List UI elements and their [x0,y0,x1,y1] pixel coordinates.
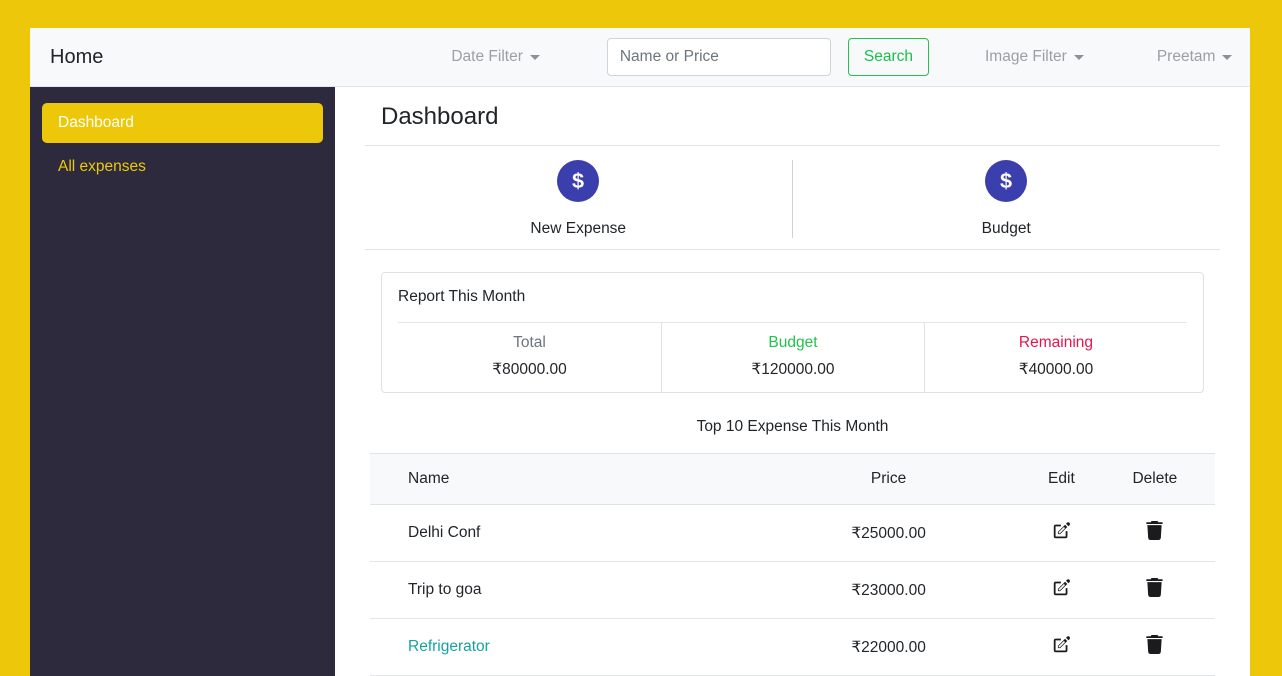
table-row: Trip to goa ₹23000.00 [370,561,1215,619]
main-content: Dashboard $ New Expense $ Budget Report … [335,87,1250,676]
report-total-label: Total [513,334,546,351]
expense-table: Name Price Edit Delete Delhi Conf ₹25000.… [370,453,1215,676]
column-header-price: Price [765,453,1013,505]
cell-name: Trip to goa [370,561,766,619]
date-filter-dropdown[interactable]: Date Filter [447,42,544,72]
user-menu-dropdown[interactable]: Preetam [1153,42,1237,72]
edit-pencil-icon[interactable] [1052,635,1071,654]
chevron-down-icon [529,54,540,60]
image-filter-label: Image Filter [984,48,1067,65]
cell-price: ₹22000.00 [765,618,1013,676]
table-row: Delhi Conf ₹25000.00 [370,504,1215,562]
sidebar-item-dashboard[interactable]: Dashboard [42,103,323,143]
dollar-circle-icon: $ [985,160,1028,202]
search-button[interactable]: Search [847,38,929,76]
brand-home-link[interactable]: Home [42,42,111,73]
cell-name: Delhi Conf [370,504,766,562]
report-col-remaining: Remaining ₹40000.00 [923,323,1187,392]
cell-name: Refrigerator [370,618,766,676]
image-filter-dropdown[interactable]: Image Filter [981,42,1088,72]
svg-text:$: $ [572,168,584,193]
trash-icon[interactable] [1146,635,1164,654]
table-row: Refrigerator ₹22000.00 [370,618,1215,676]
report-card: Report This Month Total ₹80000.00 Budget… [381,272,1204,393]
cell-price: ₹23000.00 [765,561,1013,619]
chevron-down-icon [1222,54,1233,60]
report-col-budget: Budget ₹120000.00 [660,323,924,392]
trash-icon[interactable] [1146,578,1164,597]
report-total-value: ₹80000.00 [492,361,567,378]
report-budget-label: Budget [768,334,818,351]
user-menu-label: Preetam [1156,48,1216,65]
cell-price: ₹25000.00 [765,504,1013,562]
quick-actions-row: $ New Expense $ Budget [365,146,1220,250]
expense-name: Delhi Conf [408,524,481,541]
expense-name[interactable]: Refrigerator [408,638,490,655]
budget-label: Budget [981,220,1031,237]
table-header-row: Name Price Edit Delete [370,453,1215,505]
column-header-edit: Edit [1012,453,1111,505]
new-expense-label: New Expense [530,220,627,237]
cell-delete [1110,561,1215,619]
dollar-circle-icon: $ [557,160,600,202]
report-remaining-value: ₹40000.00 [1018,361,1094,378]
app-window: Home Date Filter Search Image Filter Pre… [30,28,1250,676]
expense-name: Trip to goa [408,581,482,598]
cell-delete [1110,504,1215,562]
table-body: Delhi Conf ₹25000.00 Trip to goa ₹23000.00 R… [370,504,1215,676]
trash-icon[interactable] [1146,521,1164,540]
budget-tile[interactable]: $ Budget [793,160,1221,238]
svg-text:$: $ [1000,168,1012,193]
report-col-total: Total ₹80000.00 [398,323,661,392]
cell-edit [1012,504,1111,562]
search-input[interactable] [606,38,831,76]
new-expense-tile[interactable]: $ New Expense [365,160,793,238]
top-navbar: Home Date Filter Search Image Filter Pre… [30,28,1250,87]
cell-delete [1110,618,1215,676]
table-caption: Top 10 Expense This Month [696,418,889,435]
report-budget-value: ₹120000.00 [751,361,835,378]
sidebar: Dashboard All expenses [30,87,335,676]
date-filter-label: Date Filter [451,48,523,65]
body-region: Dashboard All expenses Dashboard $ New E… [30,87,1250,676]
sidebar-item-all-expenses[interactable]: All expenses [42,147,323,187]
cell-edit [1012,618,1111,676]
page-title: Dashboard [365,87,1220,146]
column-header-name: Name [370,453,766,505]
cell-edit [1012,561,1111,619]
chevron-down-icon [1073,54,1084,60]
edit-pencil-icon[interactable] [1052,578,1071,597]
table-head: Name Price Edit Delete [370,453,1215,505]
report-card-title: Report This Month [398,288,526,305]
column-header-delete: Delete [1110,453,1215,505]
report-columns: Total ₹80000.00 Budget ₹120000.00 Remain… [398,322,1187,392]
edit-pencil-icon[interactable] [1052,521,1071,540]
report-remaining-label: Remaining [1018,334,1094,351]
